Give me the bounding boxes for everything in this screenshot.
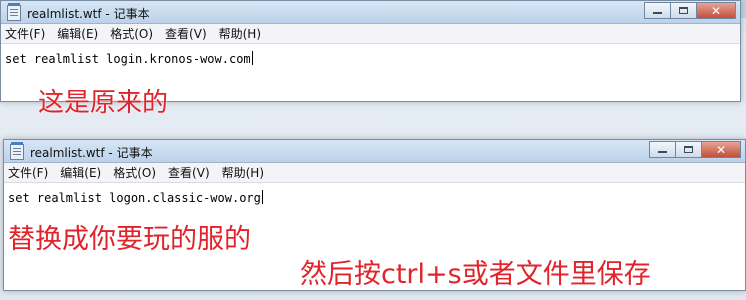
- minimize-icon[interactable]: [644, 2, 670, 19]
- document-text: set realmlist login.kronos-wow.com: [5, 51, 253, 66]
- maximize-icon[interactable]: [675, 141, 701, 158]
- menu-format[interactable]: 格式(O): [113, 164, 156, 181]
- menu-file[interactable]: 文件(F): [5, 25, 45, 42]
- annotation-save: 然后按ctrl+s或者文件里保存: [300, 259, 651, 290]
- title-bar[interactable]: realmlist.wtf - 记事本 ✕: [1, 1, 740, 24]
- window-title: realmlist.wtf - 记事本: [30, 146, 153, 160]
- annotation-original: 这是原来的: [38, 88, 169, 118]
- document-text: set realmlist logon.classic-wow.org: [8, 190, 263, 205]
- menu-help[interactable]: 帮助(H): [222, 164, 264, 181]
- notepad-icon: [10, 142, 24, 160]
- document-line: set realmlist logon.classic-wow.org: [8, 191, 261, 205]
- notepad-icon: [7, 3, 21, 21]
- minimize-icon[interactable]: [649, 141, 675, 158]
- menu-bar: 文件(F) 编辑(E) 格式(O) 查看(V) 帮助(H): [1, 24, 740, 44]
- menu-format[interactable]: 格式(O): [110, 25, 153, 42]
- menu-edit[interactable]: 编辑(E): [60, 164, 101, 181]
- menu-file[interactable]: 文件(F): [8, 164, 48, 181]
- text-caret: [261, 190, 263, 204]
- maximize-icon[interactable]: [670, 2, 696, 19]
- title-bar[interactable]: realmlist.wtf - 记事本 ✕: [4, 140, 745, 163]
- close-icon[interactable]: ✕: [696, 2, 736, 19]
- window-controls: ✕: [649, 141, 741, 159]
- window-controls: ✕: [644, 2, 736, 20]
- menu-edit[interactable]: 编辑(E): [57, 25, 98, 42]
- window-title: realmlist.wtf - 记事本: [27, 7, 150, 21]
- menu-help[interactable]: 帮助(H): [219, 25, 261, 42]
- document-line: set realmlist login.kronos-wow.com: [5, 52, 251, 66]
- menu-bar: 文件(F) 编辑(E) 格式(O) 查看(V) 帮助(H): [4, 163, 745, 183]
- close-icon[interactable]: ✕: [701, 141, 741, 158]
- menu-view[interactable]: 查看(V): [168, 164, 210, 181]
- text-caret: [251, 51, 253, 65]
- annotation-replace: 替换成你要玩的服的: [8, 224, 251, 255]
- menu-view[interactable]: 查看(V): [165, 25, 207, 42]
